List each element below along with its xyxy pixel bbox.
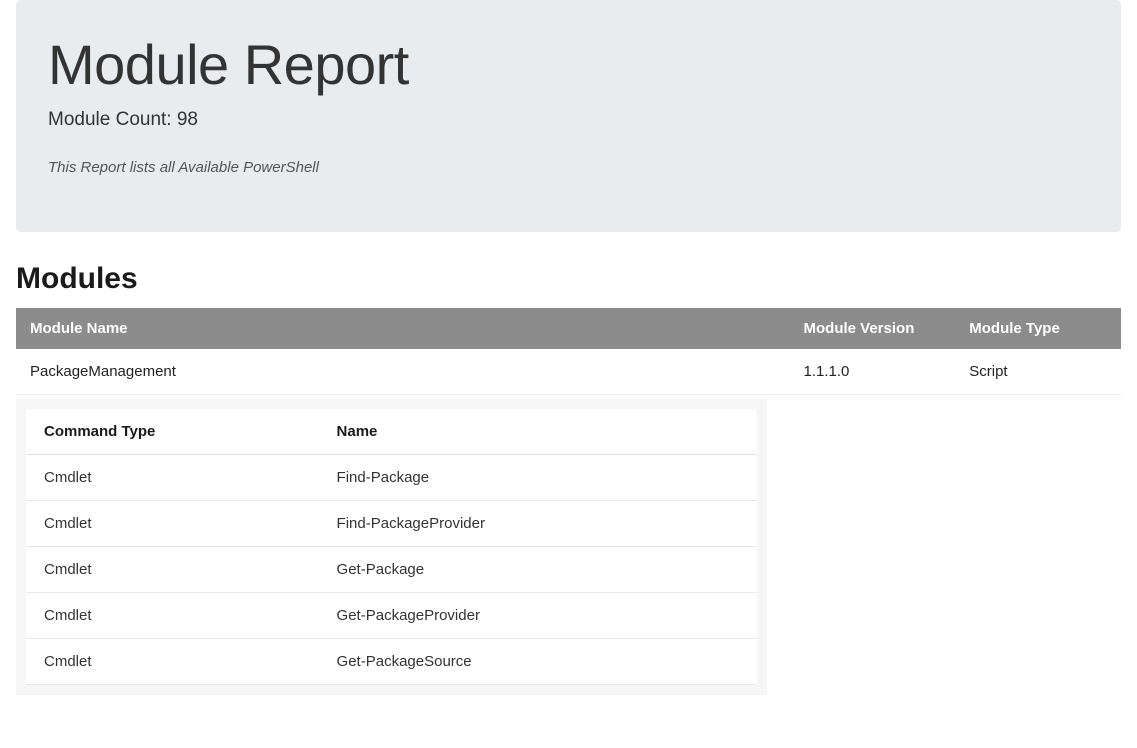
modules-heading: Modules — [16, 262, 1121, 296]
commands-panel: Command Type Name CmdletFind-PackageCmdl… — [16, 399, 767, 695]
command-name-cell: Find-Package — [319, 455, 758, 501]
command-name-cell: Get-Package — [319, 547, 758, 593]
col-module-name: Module Name — [16, 308, 790, 349]
col-command-name: Name — [319, 409, 758, 455]
commands-header-row: Command Type Name — [26, 409, 757, 455]
col-command-type: Command Type — [26, 409, 319, 455]
module-row: PackageManagement 1.1.1.0 Script — [16, 349, 1121, 395]
col-module-type: Module Type — [955, 308, 1121, 349]
modules-table: Module Name Module Version Module Type P… — [16, 308, 1121, 395]
command-type-cell: Cmdlet — [26, 547, 319, 593]
command-row: CmdletGet-PackageSource — [26, 639, 757, 685]
module-count: Module Count: 98 — [48, 109, 1089, 131]
command-type-cell: Cmdlet — [26, 639, 319, 685]
module-version-cell: 1.1.1.0 — [790, 349, 956, 395]
command-row: CmdletFind-Package — [26, 455, 757, 501]
command-name-cell: Get-PackageSource — [319, 639, 758, 685]
command-type-cell: Cmdlet — [26, 455, 319, 501]
command-row: CmdletGet-PackageProvider — [26, 593, 757, 639]
col-module-version: Module Version — [790, 308, 956, 349]
module-name-cell: PackageManagement — [16, 349, 790, 395]
commands-table: Command Type Name CmdletFind-PackageCmdl… — [26, 409, 757, 685]
modules-header-row: Module Name Module Version Module Type — [16, 308, 1121, 349]
report-description: This Report lists all Available PowerShe… — [48, 159, 1089, 176]
command-type-cell: Cmdlet — [26, 593, 319, 639]
command-row: CmdletGet-Package — [26, 547, 757, 593]
page-title: Module Report — [48, 32, 1089, 97]
command-row: CmdletFind-PackageProvider — [26, 501, 757, 547]
command-name-cell: Find-PackageProvider — [319, 501, 758, 547]
command-name-cell: Get-PackageProvider — [319, 593, 758, 639]
module-type-cell: Script — [955, 349, 1121, 395]
command-type-cell: Cmdlet — [26, 501, 319, 547]
report-header: Module Report Module Count: 98 This Repo… — [16, 0, 1121, 232]
